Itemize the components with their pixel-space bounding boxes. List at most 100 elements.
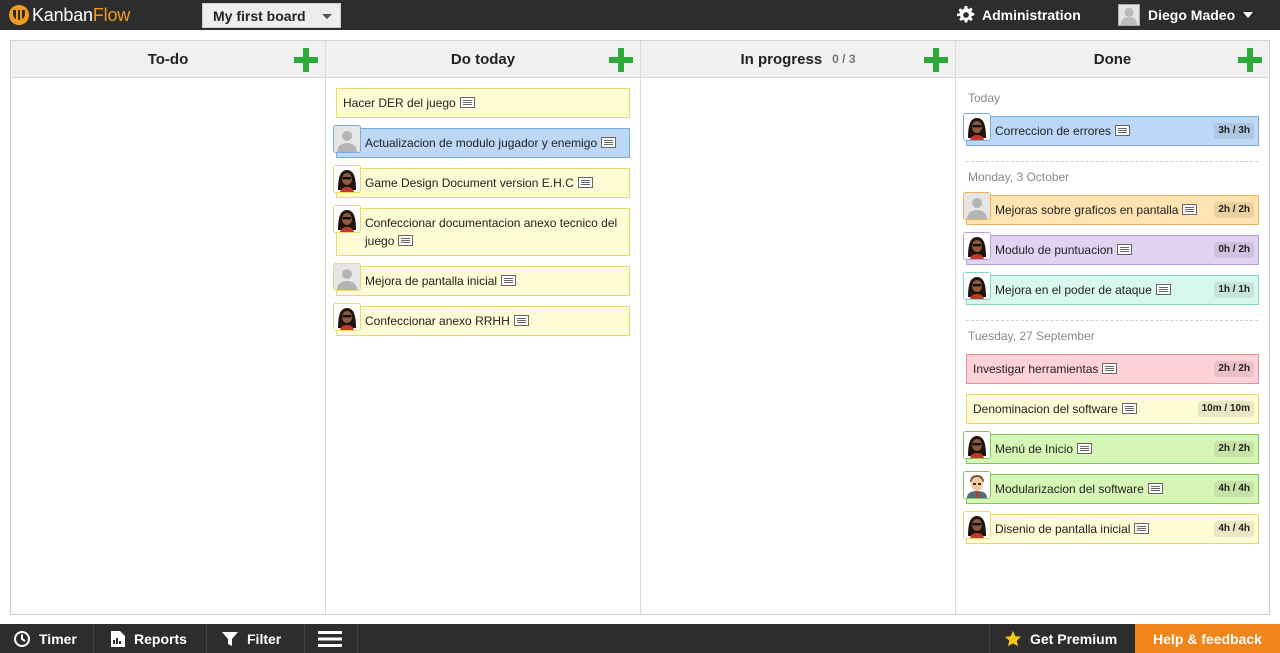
chevron-down-icon: [322, 14, 332, 19]
description-icon: [501, 275, 517, 286]
column-in-progress: In progress 0 / 3: [641, 41, 956, 614]
assignee-avatar[interactable]: [333, 263, 361, 291]
time-tracking-badge: 3h / 3h: [1214, 123, 1254, 139]
task-card[interactable]: Correccion de errores 3h / 3h: [963, 113, 1259, 146]
task-card[interactable]: Modularizacion del software 4h / 4h: [963, 471, 1259, 504]
description-icon: [1121, 403, 1137, 414]
description-icon: [1182, 204, 1198, 215]
hamburger-icon: [318, 630, 342, 647]
group-divider: [966, 161, 1258, 162]
column-todo: To-do: [11, 41, 326, 614]
assignee-avatar[interactable]: [963, 431, 991, 459]
user-name: Diego Madeo: [1148, 7, 1236, 23]
column-header: Done: [956, 41, 1269, 78]
task-title: Denominacion del software: [973, 402, 1118, 416]
get-premium-button[interactable]: Get Premium: [989, 624, 1135, 653]
timer-label: Timer: [39, 630, 77, 647]
user-menu[interactable]: Diego Madeo: [1118, 4, 1254, 26]
task-card[interactable]: Confeccionar anexo RRHH: [333, 303, 630, 336]
assignee-avatar[interactable]: [333, 205, 361, 233]
add-task-plus-icon[interactable]: [294, 48, 318, 72]
task-card[interactable]: Investigar herramientas 2h / 2h: [966, 354, 1259, 384]
task-card[interactable]: Game Design Document version E.H.C: [333, 165, 630, 198]
menu-button[interactable]: [305, 624, 358, 653]
kanbanflow-logo[interactable]: KanbanFlow: [9, 5, 130, 25]
task-title: Menú de Inicio: [995, 442, 1074, 456]
description-icon: [1077, 443, 1093, 454]
chevron-down-icon: [1243, 12, 1254, 18]
task-card[interactable]: Disenio de pantalla inicial 4h / 4h: [963, 511, 1259, 544]
column-title: Done: [1093, 50, 1132, 68]
task-title: Actualizacion de modulo jugador y enemig…: [365, 136, 598, 150]
filter-button[interactable]: Filter: [207, 624, 305, 653]
funnel-icon: [222, 631, 238, 646]
task-card[interactable]: Confeccionar documentacion anexo tecnico…: [333, 205, 630, 256]
assignee-avatar[interactable]: [333, 165, 361, 193]
assignee-avatar[interactable]: [963, 511, 991, 539]
assignee-avatar[interactable]: [963, 113, 991, 141]
get-premium-label: Get Premium: [1030, 630, 1118, 647]
help-feedback-label: Help & feedback: [1153, 630, 1262, 647]
time-tracking-badge: 10m / 10m: [1197, 401, 1254, 417]
administration-button[interactable]: Administration: [957, 5, 1081, 25]
assignee-avatar[interactable]: [963, 192, 991, 220]
filter-label: Filter: [247, 630, 282, 647]
description-icon: [1147, 483, 1163, 494]
add-task-plus-icon[interactable]: [609, 48, 633, 72]
time-tracking-badge: 2h / 2h: [1214, 202, 1254, 218]
task-card[interactable]: Modulo de puntuacion 0h / 2h: [963, 232, 1259, 265]
description-icon: [1134, 523, 1150, 534]
description-icon: [577, 177, 593, 188]
task-title: Mejora en el poder de ataque: [995, 283, 1152, 297]
timer-button[interactable]: Timer: [0, 624, 94, 653]
help-feedback-button[interactable]: Help & feedback: [1135, 624, 1280, 653]
time-tracking-badge: 0h / 2h: [1214, 242, 1254, 258]
kanban-board: To-do Do today Hacer DER del juego Actual…: [10, 40, 1270, 615]
time-tracking-badge: 2h / 2h: [1214, 361, 1254, 377]
task-title: Mejora de pantalla inicial: [365, 274, 498, 288]
task-title: Mejoras sobre graficos en pantalla: [995, 203, 1179, 217]
description-icon: [513, 315, 529, 326]
time-tracking-badge: 2h / 2h: [1214, 441, 1254, 457]
date-group-label: Monday, 3 October: [968, 170, 1070, 184]
task-title: Modulo de puntuacion: [995, 243, 1114, 257]
board-name: My first board: [213, 7, 306, 24]
description-icon: [1102, 363, 1118, 374]
description-icon: [1115, 125, 1131, 136]
gear-icon: [957, 6, 975, 23]
administration-label: Administration: [982, 7, 1081, 23]
assignee-avatar[interactable]: [963, 272, 991, 300]
wip-limit: 0 / 3: [832, 52, 856, 66]
task-card[interactable]: Mejoras sobre graficos en pantalla 2h / 2…: [963, 192, 1259, 225]
date-group-label: Tuesday, 27 September: [968, 329, 1095, 343]
logo-text: KanbanFlow: [32, 4, 131, 25]
column-done: Done Today Monday, 3 October Tuesday, 27…: [956, 41, 1269, 614]
description-icon: [459, 97, 475, 108]
task-card[interactable]: Mejora en el poder de ataque 1h / 1h: [963, 272, 1259, 305]
reports-label: Reports: [134, 630, 187, 647]
task-title: Confeccionar anexo RRHH: [365, 314, 510, 328]
column-title: Do today: [450, 50, 516, 68]
add-task-plus-icon[interactable]: [924, 48, 948, 72]
description-icon: [1155, 284, 1171, 295]
column-title: To-do: [147, 50, 189, 68]
task-title: Hacer DER del juego: [343, 96, 456, 110]
task-card[interactable]: Mejora de pantalla inicial: [333, 263, 630, 296]
board-selector[interactable]: My first board: [202, 3, 341, 28]
assignee-avatar[interactable]: [963, 232, 991, 260]
time-tracking-badge: 4h / 4h: [1214, 521, 1254, 537]
logo-icon: [9, 5, 29, 25]
task-card[interactable]: Hacer DER del juego: [336, 88, 630, 118]
assignee-avatar[interactable]: [333, 303, 361, 331]
assignee-avatar[interactable]: [333, 125, 361, 153]
reports-button[interactable]: Reports: [94, 624, 207, 653]
description-icon: [1117, 244, 1133, 255]
task-title: Game Design Document version E.H.C: [365, 176, 574, 190]
time-tracking-badge: 4h / 4h: [1214, 481, 1254, 497]
assignee-avatar[interactable]: [963, 471, 991, 499]
task-card[interactable]: Menú de Inicio 2h / 2h: [963, 431, 1259, 464]
task-card[interactable]: Actualizacion de modulo jugador y enemig…: [333, 125, 630, 158]
add-task-plus-icon[interactable]: [1238, 48, 1262, 72]
task-card[interactable]: Denominacion del software 10m / 10m: [966, 394, 1259, 424]
task-title: Disenio de pantalla inicial: [995, 522, 1131, 536]
